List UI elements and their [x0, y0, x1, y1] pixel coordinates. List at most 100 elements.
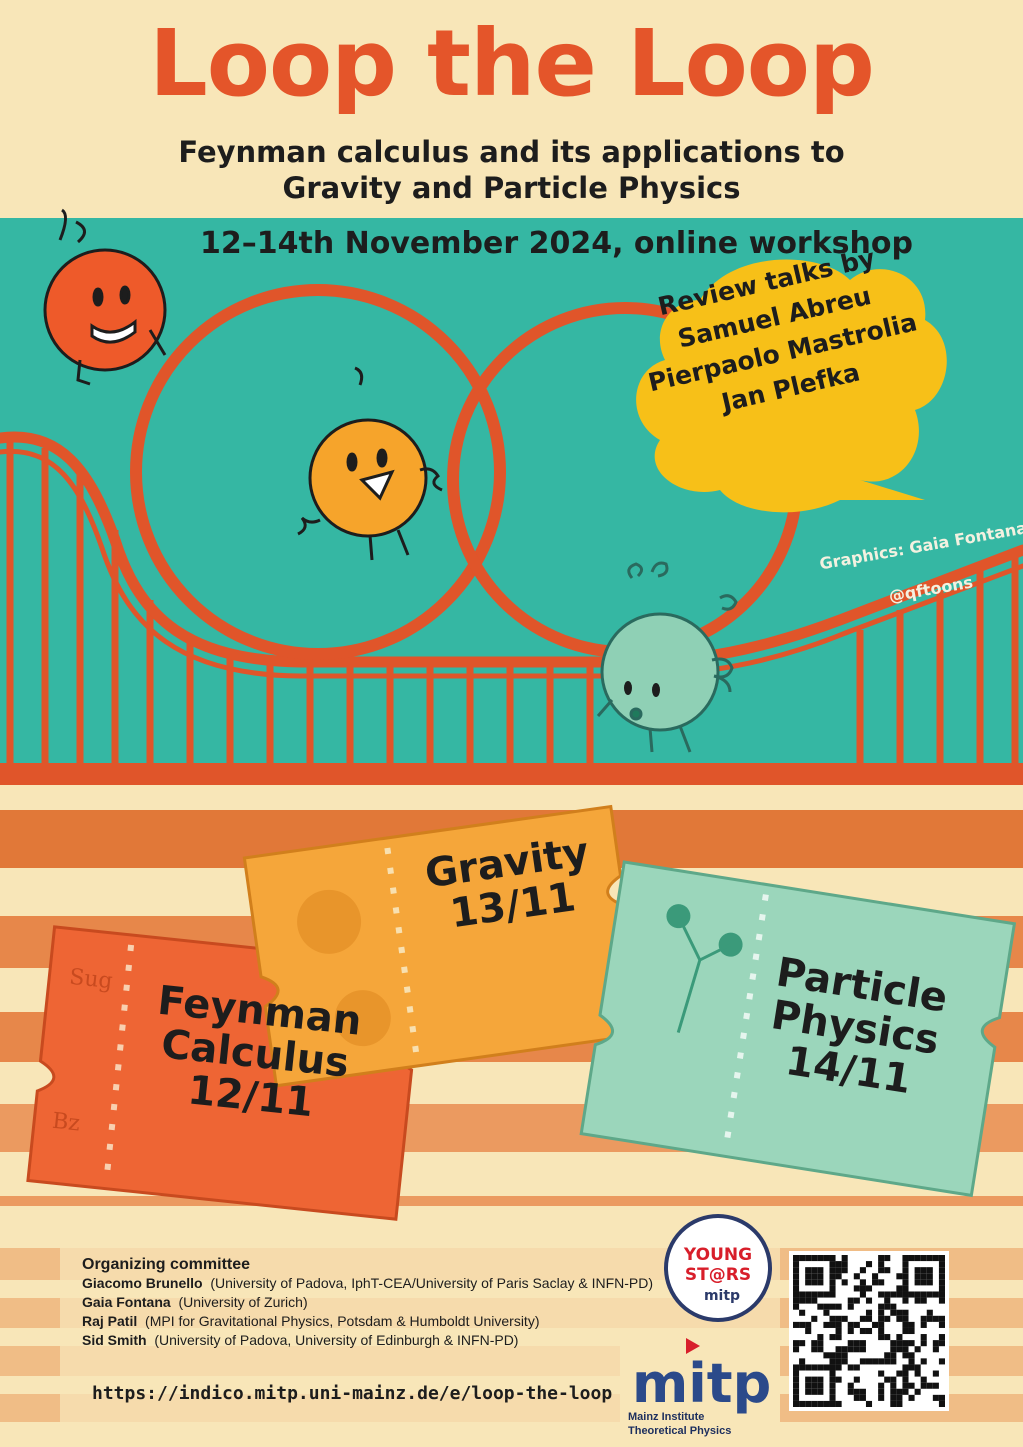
- qr-module: [853, 1340, 860, 1347]
- qr-module: [926, 1273, 933, 1280]
- qr-module: [841, 1352, 848, 1359]
- qr-module: [908, 1394, 915, 1401]
- qr-module: [847, 1321, 854, 1328]
- member-affiliation: (MPI for Gravitational Physics, Potsdam …: [145, 1313, 540, 1329]
- qr-module: [908, 1291, 915, 1298]
- qr-module: [823, 1400, 830, 1407]
- qr-module: [902, 1388, 909, 1395]
- qr-module: [938, 1273, 945, 1280]
- qr-module: [835, 1376, 842, 1383]
- qr-module: [823, 1364, 830, 1371]
- qr-module: [853, 1346, 860, 1353]
- member-name: Raj Patil: [82, 1313, 138, 1329]
- qr-module: [817, 1388, 824, 1395]
- qr-module: [823, 1291, 830, 1298]
- qr-module: [914, 1267, 921, 1274]
- qr-module: [884, 1297, 891, 1304]
- qr-module: [847, 1382, 854, 1389]
- qr-module: [896, 1346, 903, 1353]
- qr-module: [829, 1279, 836, 1286]
- qr-module: [920, 1267, 927, 1274]
- qr-module: [805, 1255, 812, 1262]
- qr-module: [920, 1297, 927, 1304]
- qr-module: [793, 1340, 800, 1347]
- member-name: Gaia Fontana: [82, 1294, 171, 1310]
- qr-module: [829, 1303, 836, 1310]
- qr-module: [878, 1261, 885, 1268]
- qr-module: [817, 1334, 824, 1341]
- poster-artwork: Sug Bz YOUNG ST@RS mitp mitp: [0, 208, 1023, 1440]
- qr-module: [799, 1309, 806, 1316]
- qr-module: [829, 1291, 836, 1298]
- qr-module: [920, 1334, 927, 1341]
- qr-module: [835, 1303, 842, 1310]
- qr-module: [823, 1309, 830, 1316]
- qr-module: [829, 1321, 836, 1328]
- qr-module: [793, 1388, 800, 1395]
- qr-module: [878, 1303, 885, 1310]
- qr-module: [914, 1279, 921, 1286]
- qr-module: [932, 1394, 939, 1401]
- qr-module: [908, 1255, 915, 1262]
- qr-module: [878, 1267, 885, 1274]
- qr-module: [811, 1297, 818, 1304]
- qr-module: [865, 1315, 873, 1322]
- page-title: Loop the Loop: [149, 10, 875, 117]
- qr-module: [805, 1273, 812, 1280]
- qr-module: [890, 1352, 897, 1359]
- qr-module: [829, 1370, 836, 1377]
- qr-module: [835, 1315, 842, 1322]
- qr-module: [902, 1285, 909, 1292]
- qr-module: [829, 1255, 836, 1262]
- qr-module: [890, 1358, 897, 1365]
- qr-module: [841, 1358, 848, 1365]
- qr-module: [835, 1400, 842, 1407]
- coaster-base-rail: [0, 763, 1023, 785]
- website-url[interactable]: https://indico.mitp.uni-mainz.de/e/loop-…: [92, 1383, 612, 1404]
- qr-module: [859, 1346, 866, 1353]
- qr-module: [853, 1394, 860, 1401]
- qr-module: [793, 1321, 800, 1328]
- qr-module: [829, 1267, 836, 1274]
- qr-module: [793, 1394, 800, 1401]
- qr-module: [817, 1340, 824, 1347]
- qr-module: [829, 1382, 836, 1389]
- qr-module: [938, 1394, 945, 1401]
- qr-module: [908, 1321, 915, 1328]
- qr-module: [926, 1315, 933, 1322]
- qr-module: [793, 1297, 800, 1304]
- qr-module: [817, 1267, 824, 1274]
- qr-module: [914, 1364, 921, 1371]
- qr-module: [829, 1394, 836, 1401]
- qr-module: [829, 1261, 836, 1268]
- qr-module: [811, 1279, 818, 1286]
- qr-module: [872, 1279, 879, 1286]
- qr-module: [829, 1376, 836, 1383]
- qr-module: [865, 1261, 873, 1268]
- qr-module: [811, 1388, 818, 1395]
- qr-module: [920, 1376, 927, 1383]
- qr-module: [908, 1358, 915, 1365]
- qr-module: [890, 1346, 897, 1353]
- qr-module: [938, 1267, 945, 1274]
- qr-module: [902, 1261, 909, 1268]
- qr-module: [878, 1321, 885, 1328]
- committee-member: Giacomo Brunello (University of Padova, …: [82, 1274, 682, 1293]
- qr-module: [859, 1279, 866, 1286]
- qr-module: [878, 1315, 885, 1322]
- qr-module: [865, 1285, 873, 1292]
- qr-module: [853, 1297, 860, 1304]
- qr-module: [902, 1340, 909, 1347]
- qr-module: [835, 1364, 842, 1371]
- page-subtitle: Feynman calculus and its applications to…: [0, 134, 1023, 206]
- qr-module: [853, 1273, 860, 1280]
- qr-module: [811, 1315, 818, 1322]
- qr-module: [829, 1334, 836, 1341]
- qr-module: [841, 1346, 848, 1353]
- qr-module: [835, 1346, 842, 1353]
- qr-module: [932, 1382, 939, 1389]
- qr-module: [908, 1352, 915, 1359]
- qr-module: [835, 1273, 842, 1280]
- qr-module: [793, 1303, 800, 1310]
- qr-module: [872, 1321, 879, 1328]
